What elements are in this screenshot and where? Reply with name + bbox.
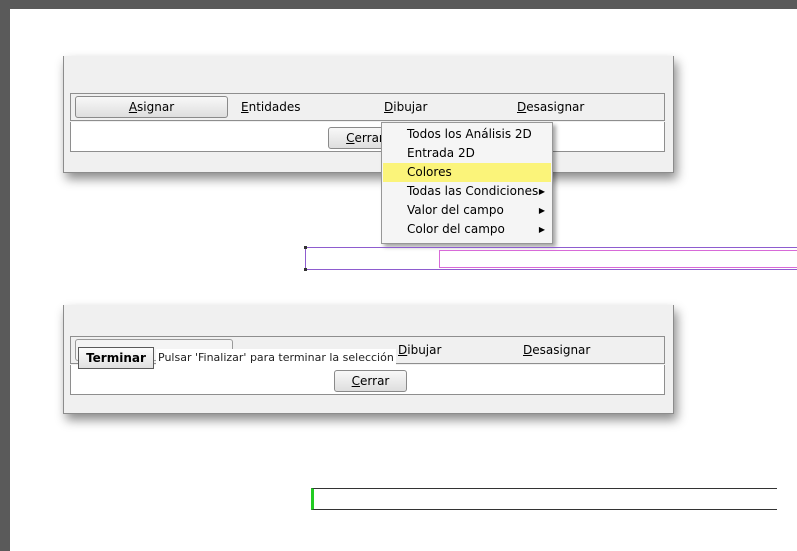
menu-item-label: Colores [407, 165, 452, 179]
menu-item-todos-analisis-2d[interactable]: Todos los Análisis 2D [383, 125, 551, 144]
dialog-footer: Cerrar [70, 122, 665, 152]
menu-item-label: Valor del campo [407, 203, 504, 217]
selection-handle-top[interactable] [304, 246, 307, 249]
context-menu: Todos los Análisis 2D Entrada 2D Colores… [381, 122, 553, 244]
green-bar [311, 488, 777, 510]
dibujar-button[interactable]: Dibujar [384, 97, 427, 117]
asignar-label: signar [137, 100, 175, 114]
button-bar: Asignar Entidades Dibujar Desasignar [70, 93, 665, 121]
menu-item-label: Todos los Análisis 2D [407, 127, 532, 141]
selection-handle-bottom[interactable] [304, 268, 307, 271]
menu-item-label: Color del campo [407, 222, 505, 236]
submenu-arrow-icon: ▶ [538, 206, 545, 215]
cerrar-label: errar [360, 374, 390, 388]
entidades-button[interactable]: Entidades [241, 97, 300, 117]
dibujar-label: ibujar [407, 343, 442, 357]
menu-item-colores[interactable]: Colores [383, 163, 551, 182]
dibujar-label: ibujar [393, 100, 428, 114]
magenta-bar [439, 250, 797, 268]
dialog-footer-bottom: Cerrar [70, 365, 665, 395]
dibujar-accel: D [398, 343, 408, 357]
cerrar-accel: C [346, 131, 355, 145]
desasignar-button-bottom[interactable]: Desasignar [523, 340, 590, 360]
cerrar-accel: C [351, 374, 361, 388]
menu-item-label: Entrada 2D [407, 146, 475, 160]
entidades-accel: E [241, 100, 249, 114]
desasignar-label: esasignar [532, 343, 591, 357]
menu-item-valor-campo[interactable]: Valor del campo ▶ [383, 201, 551, 220]
asignar-accel: A [128, 100, 138, 114]
asignar-button[interactable]: Asignar [75, 96, 228, 118]
dialog-top: Asignar Entidades Dibujar Desasignar Cer… [63, 56, 674, 173]
terminar-button[interactable]: Terminar [78, 347, 154, 369]
cerrar-label: errar [354, 131, 384, 145]
dibujar-accel: D [384, 100, 394, 114]
menu-item-label: Todas las Condiciones [407, 184, 539, 198]
submenu-arrow-icon: ▶ [538, 225, 545, 234]
menu-item-entrada-2d[interactable]: Entrada 2D [383, 144, 551, 163]
desasignar-accel: D [523, 343, 533, 357]
desasignar-button[interactable]: Desasignar [517, 97, 584, 117]
menu-item-color-campo[interactable]: Color del campo ▶ [383, 220, 551, 239]
menu-item-todas-condiciones[interactable]: Todas las Condiciones ▶ [383, 182, 551, 201]
desasignar-accel: D [517, 100, 527, 114]
entidades-label: ntidades [248, 100, 301, 114]
status-hint: Pulsar 'Finalizar' para terminar la sele… [156, 349, 396, 367]
dibujar-button-bottom[interactable]: Dibujar [398, 340, 441, 360]
submenu-arrow-icon: ▶ [538, 187, 545, 196]
desasignar-label: esasignar [526, 100, 585, 114]
cerrar-button-bottom[interactable]: Cerrar [334, 370, 407, 392]
